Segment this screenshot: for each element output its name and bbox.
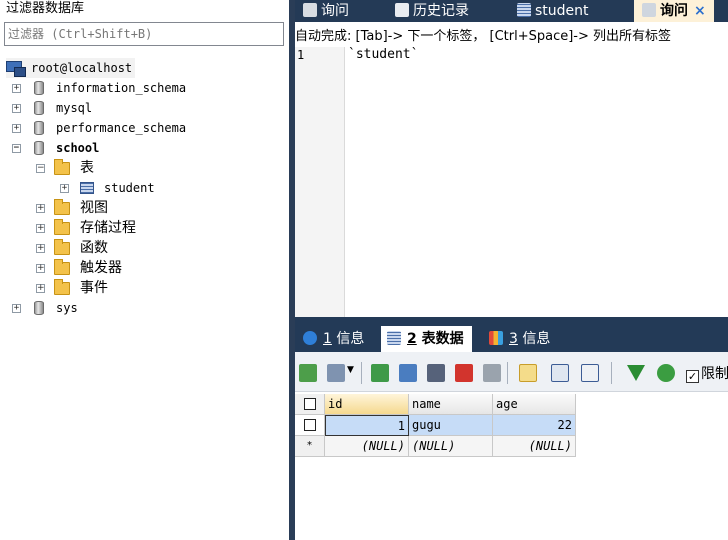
tree-server[interactable]: root@localhost bbox=[6, 58, 136, 78]
result-toolbar: ▼ ✓ 限制 bbox=[295, 352, 728, 392]
expand-icon[interactable]: + bbox=[12, 124, 21, 133]
close-icon[interactable]: × bbox=[694, 3, 706, 19]
folder-icon bbox=[54, 219, 70, 235]
expand-icon[interactable]: + bbox=[36, 244, 45, 253]
folder-icon bbox=[54, 279, 70, 295]
import-icon[interactable] bbox=[327, 364, 345, 382]
expand-icon[interactable]: + bbox=[36, 224, 45, 233]
add-row-icon[interactable] bbox=[371, 364, 389, 382]
folder-icon bbox=[54, 199, 70, 215]
tab-query-active[interactable]: 询问 × bbox=[634, 0, 714, 22]
text-view-icon[interactable] bbox=[581, 364, 599, 382]
tree-folder-procedures[interactable]: + 存储过程 bbox=[36, 218, 136, 238]
select-all-checkbox[interactable] bbox=[295, 394, 325, 415]
tree-db-performance-schema[interactable]: + performance_schema bbox=[12, 118, 186, 138]
tree-folder-functions[interactable]: + 函数 bbox=[36, 238, 108, 258]
form-view-icon[interactable] bbox=[551, 364, 569, 382]
line-gutter: 1 bbox=[295, 47, 345, 317]
filter-input[interactable]: 过滤器 (Ctrl+Shift+B) bbox=[4, 22, 284, 46]
tree-db-sys[interactable]: + sys bbox=[12, 298, 78, 318]
refresh-icon[interactable] bbox=[657, 364, 675, 382]
tab-query-1[interactable]: 询问 bbox=[303, 0, 349, 22]
server-icon bbox=[6, 61, 26, 77]
save-icon[interactable] bbox=[427, 364, 445, 382]
column-header-name[interactable]: name bbox=[409, 394, 493, 415]
expand-icon[interactable]: + bbox=[36, 284, 45, 293]
database-icon bbox=[34, 141, 44, 155]
folder-icon bbox=[54, 159, 70, 175]
tree-folder-triggers[interactable]: + 触发器 bbox=[36, 258, 122, 278]
query-icon bbox=[642, 3, 656, 17]
expand-icon[interactable]: + bbox=[12, 84, 21, 93]
result-grid: id name age 1 gugu 22 * (NULL) (NULL) (N… bbox=[295, 392, 728, 540]
dropdown-arrow-icon[interactable]: ▼ bbox=[347, 365, 354, 375]
new-row-marker: * bbox=[295, 436, 325, 457]
collapse-icon[interactable]: − bbox=[36, 164, 45, 173]
checkbox-icon[interactable]: ✓ bbox=[686, 370, 699, 383]
query-tabbar: 询问 历史记录 student 询问 × bbox=[295, 0, 728, 22]
table-cell[interactable]: 22 bbox=[493, 415, 576, 436]
tab-student[interactable]: student bbox=[517, 0, 589, 22]
table-icon bbox=[80, 182, 94, 194]
chart-icon bbox=[489, 331, 503, 345]
tree-folder-tables[interactable]: − 表 bbox=[36, 158, 94, 178]
table-cell[interactable]: 1 bbox=[325, 415, 409, 436]
table-cell[interactable]: gugu bbox=[409, 415, 493, 436]
expand-icon[interactable]: + bbox=[60, 184, 69, 193]
table-cell[interactable]: (NULL) bbox=[409, 436, 493, 457]
query-editor[interactable]: 1 `student` bbox=[295, 47, 728, 317]
delete-icon[interactable] bbox=[455, 364, 473, 382]
database-icon bbox=[34, 301, 44, 315]
export-icon[interactable] bbox=[299, 364, 317, 382]
database-icon bbox=[34, 81, 44, 95]
tree-db-school[interactable]: − school bbox=[12, 138, 99, 158]
column-header-id[interactable]: id bbox=[325, 394, 409, 415]
query-text[interactable]: `student` bbox=[348, 47, 418, 63]
table-cell[interactable]: (NULL) bbox=[493, 436, 576, 457]
table-icon bbox=[517, 3, 531, 17]
line-number: 1 bbox=[297, 48, 305, 62]
limit-checkbox[interactable]: ✓ 限制 bbox=[686, 363, 728, 383]
autocomplete-hint: 自动完成: [Tab]-> 下一个标签， [Ctrl+Space]-> 列出所有… bbox=[295, 29, 672, 44]
cancel-icon[interactable] bbox=[483, 364, 501, 382]
tree-table-student[interactable]: + student bbox=[60, 178, 155, 198]
duplicate-row-icon[interactable] bbox=[399, 364, 417, 382]
tree-folder-views[interactable]: + 视图 bbox=[36, 198, 108, 218]
expand-icon[interactable]: + bbox=[12, 104, 21, 113]
expand-icon[interactable]: + bbox=[12, 304, 21, 313]
collapse-icon[interactable]: − bbox=[12, 144, 21, 153]
object-browser: 过滤器数据库 过滤器 (Ctrl+Shift+B) root@localhost… bbox=[0, 0, 289, 540]
table-data-icon bbox=[387, 331, 401, 345]
database-icon bbox=[34, 121, 44, 135]
filter-database-label: 过滤器数据库 bbox=[6, 1, 85, 16]
row-checkbox[interactable] bbox=[295, 415, 325, 436]
filter-icon[interactable] bbox=[627, 365, 645, 381]
database-icon bbox=[34, 101, 44, 115]
tab-result-table-data[interactable]: 2 表数据 bbox=[381, 326, 472, 352]
tree-db-mysql[interactable]: + mysql bbox=[12, 98, 92, 118]
expand-icon[interactable]: + bbox=[36, 204, 45, 213]
tree-db-information-schema[interactable]: + information_schema bbox=[12, 78, 186, 98]
info-icon bbox=[303, 331, 317, 345]
column-header-age[interactable]: age bbox=[493, 394, 576, 415]
expand-icon[interactable]: + bbox=[36, 264, 45, 273]
tab-result-info-1[interactable]: 1 信息 bbox=[303, 326, 364, 352]
grid-view-icon[interactable] bbox=[519, 364, 537, 382]
folder-icon bbox=[54, 239, 70, 255]
query-icon bbox=[303, 3, 317, 17]
tree-folder-events[interactable]: + 事件 bbox=[36, 278, 108, 298]
folder-icon bbox=[54, 259, 70, 275]
history-icon bbox=[395, 3, 409, 17]
tab-result-info-3[interactable]: 3 信息 bbox=[489, 326, 550, 352]
table-cell[interactable]: (NULL) bbox=[325, 436, 409, 457]
tab-history[interactable]: 历史记录 bbox=[395, 0, 469, 22]
